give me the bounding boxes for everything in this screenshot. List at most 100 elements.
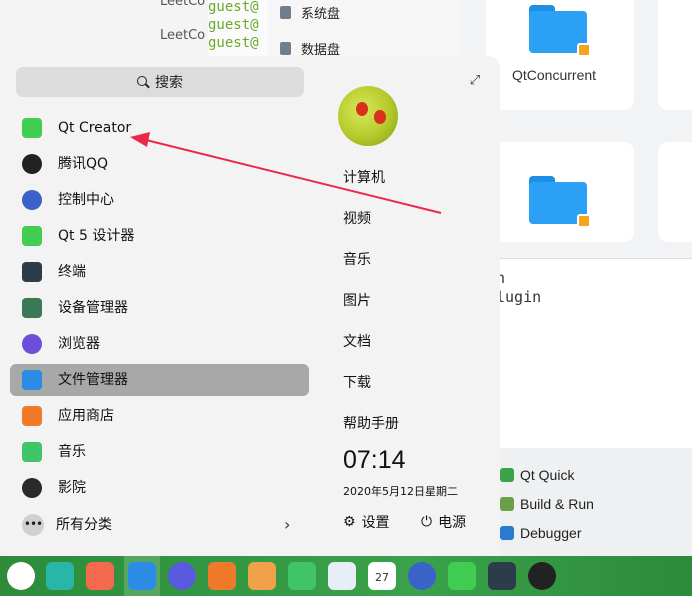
- device-manager-icon: [22, 298, 42, 318]
- power-label: 电源: [438, 515, 467, 531]
- background-text: LeetCo: [160, 28, 206, 43]
- build-run-icon: [500, 497, 514, 511]
- launcher-icon[interactable]: [7, 562, 35, 590]
- file-manager-icon[interactable]: [128, 562, 156, 590]
- project-item-label: Qt Quick: [520, 467, 575, 483]
- folder-icon: [529, 176, 591, 228]
- gear-icon: ⚙: [343, 514, 356, 530]
- ladybug-icon: [374, 110, 386, 124]
- folder-icon: [529, 5, 591, 57]
- avatar[interactable]: [338, 86, 398, 146]
- app-label: 文件管理器: [58, 372, 128, 388]
- drive-icon: [280, 42, 291, 55]
- qq-icon[interactable]: [528, 562, 556, 590]
- terminal-icon[interactable]: [488, 562, 516, 590]
- search-label: 搜索: [155, 75, 183, 91]
- place-documents[interactable]: 文档: [343, 331, 371, 351]
- app-label: 音乐: [58, 444, 86, 460]
- place-downloads[interactable]: 下载: [343, 372, 371, 392]
- all-categories-button[interactable]: ••• 所有分类 ›: [10, 509, 310, 541]
- control-center-icon: [22, 190, 42, 210]
- more-icon: •••: [22, 514, 44, 536]
- app-item-file-manager[interactable]: 文件管理器: [10, 364, 309, 396]
- app-item-browser[interactable]: 浏览器: [10, 328, 309, 360]
- app-item-qt-designer[interactable]: Qt 5 设计器: [10, 220, 309, 252]
- place-music[interactable]: 音乐: [343, 249, 371, 269]
- app-label: 腾讯QQ: [58, 156, 109, 172]
- app-item-device-manager[interactable]: 设备管理器: [10, 292, 309, 324]
- background-text: LeetCo: [160, 0, 206, 9]
- app-label: 应用商店: [58, 408, 114, 424]
- browser-icon[interactable]: [168, 562, 196, 590]
- project-item-label: Build & Run: [520, 496, 594, 512]
- taskbar: 27: [0, 556, 692, 596]
- power-icon: ⏻: [421, 514, 433, 530]
- place-computer[interactable]: 计算机: [343, 167, 385, 187]
- app-store-icon: [22, 406, 42, 426]
- expand-icon[interactable]: ⤢: [466, 72, 484, 90]
- lock-icon: [577, 214, 591, 228]
- project-item[interactable]: Debugger: [500, 525, 582, 541]
- project-item[interactable]: Qt Quick: [500, 467, 574, 483]
- date: 2020年5月12日星期二: [343, 485, 458, 498]
- app-label: 终端: [58, 264, 86, 280]
- file-manager-icon: [22, 370, 42, 390]
- folder-card[interactable]: [658, 142, 692, 242]
- app-item-qq[interactable]: 腾讯QQ: [10, 148, 309, 180]
- app-label: Qt Creator: [58, 120, 132, 136]
- debugger-icon: [500, 526, 514, 540]
- drive-icon: [280, 6, 291, 19]
- image-viewer-icon[interactable]: [248, 562, 276, 590]
- clock: 07:14: [343, 446, 406, 474]
- app-item-terminal[interactable]: 终端: [10, 256, 309, 288]
- workspace-icon[interactable]: [86, 562, 114, 590]
- place-pictures[interactable]: 图片: [343, 290, 371, 310]
- background-window-left: LeetCo LeetCo: [0, 0, 210, 60]
- app-item-music[interactable]: 音乐: [10, 436, 309, 468]
- movie-icon: [22, 478, 42, 498]
- search-box[interactable]: 搜索: [16, 67, 304, 97]
- project-item[interactable]: Build & Run: [500, 496, 594, 512]
- background-file-manager: 系统盘 数据盘: [268, 0, 460, 60]
- lock-icon: [577, 43, 591, 57]
- drive-label: 系统盘: [301, 7, 341, 22]
- settings-button[interactable]: ⚙ 设置: [343, 512, 390, 532]
- app-label: 影院: [58, 480, 86, 496]
- app-item-control-center[interactable]: 控制中心: [10, 184, 309, 216]
- app-item-app-store[interactable]: 应用商店: [10, 400, 309, 432]
- qt-creator-icon: [22, 118, 42, 138]
- multitask-view-icon[interactable]: [46, 562, 74, 590]
- control-center-icon[interactable]: [408, 562, 436, 590]
- background-terminal: guest@ guest@ guest@: [208, 0, 268, 60]
- folder-card[interactable]: [658, 0, 692, 110]
- place-help-manual[interactable]: 帮助手册: [343, 413, 399, 433]
- chevron-right-icon: ›: [284, 515, 291, 534]
- app-store-icon[interactable]: [208, 562, 236, 590]
- start-menu: 搜索 ⤢ Qt Creator 腾讯QQ 控制中心 Qt 5 设计器 终端 设备…: [0, 56, 500, 556]
- search-icon: [137, 76, 149, 88]
- settings-label: 设置: [361, 515, 390, 531]
- power-button[interactable]: ⏻ 电源: [421, 512, 466, 532]
- app-label: 浏览器: [58, 336, 100, 352]
- qt-designer-icon: [22, 226, 42, 246]
- code-line: lugin: [496, 288, 542, 306]
- qt-creator-icon[interactable]: [448, 562, 476, 590]
- place-videos[interactable]: 视频: [343, 208, 371, 228]
- calendar-icon[interactable]: 27: [368, 562, 396, 590]
- system-drive-item[interactable]: 系统盘: [280, 3, 340, 22]
- qt-quick-icon: [500, 468, 514, 482]
- ladybug-icon: [356, 102, 368, 116]
- terminal-line: guest@: [208, 35, 259, 51]
- music-icon[interactable]: [288, 562, 316, 590]
- all-categories-label: 所有分类: [56, 517, 112, 533]
- terminal-icon: [22, 262, 42, 282]
- folder-label: QtConcurrent: [512, 67, 597, 83]
- app-item-movie[interactable]: 影院: [10, 472, 309, 504]
- document-viewer-icon[interactable]: [328, 562, 356, 590]
- app-item-qt-creator[interactable]: Qt Creator: [10, 112, 309, 144]
- project-item-label: Debugger: [520, 525, 582, 541]
- browser-icon: [22, 334, 42, 354]
- app-label: Qt 5 设计器: [58, 228, 135, 244]
- terminal-line: guest@: [208, 0, 259, 15]
- terminal-line: guest@: [208, 17, 259, 33]
